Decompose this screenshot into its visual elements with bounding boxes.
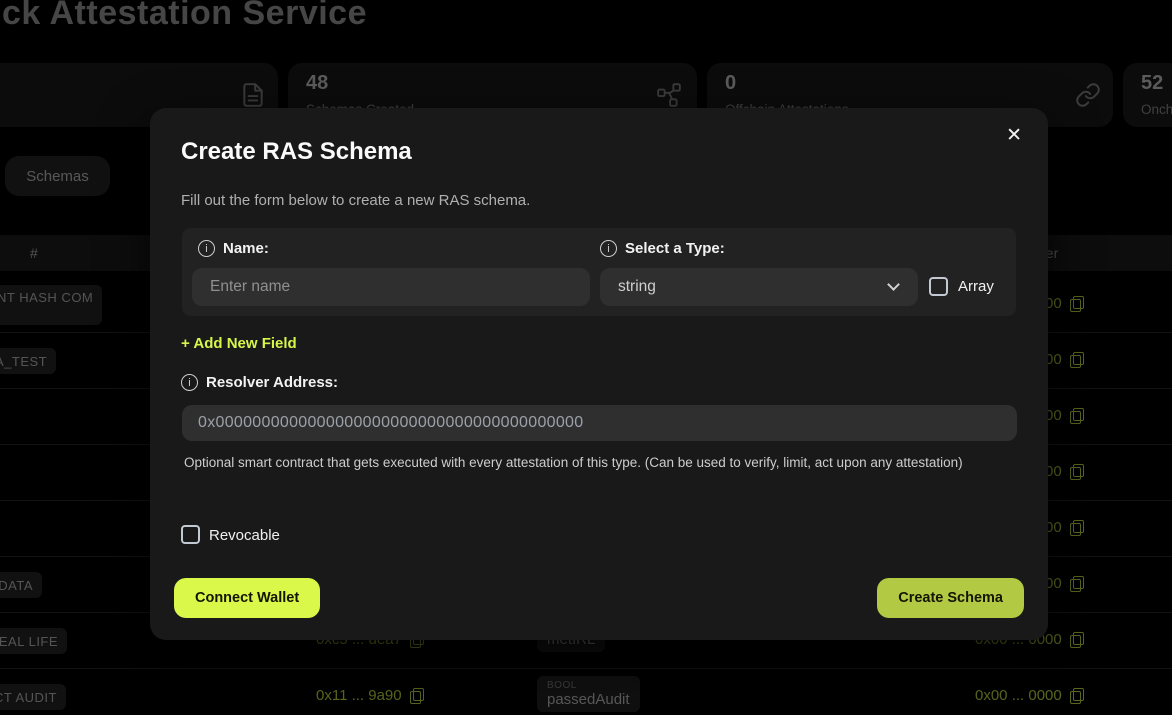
name-field-label: Name: [198,240,269,257]
type-select[interactable]: string [600,268,918,306]
info-icon [181,374,198,391]
revocable-checkbox[interactable] [181,525,200,544]
modal-title: Create RAS Schema [181,138,412,166]
resolver-help-text: Optional smart contract that gets execut… [184,453,984,473]
array-checkbox-label: Array [958,278,994,295]
create-schema-button[interactable]: Create Schema [877,578,1024,618]
modal-subtitle: Fill out the form below to create a new … [181,192,530,209]
revocable-checkbox-label: Revocable [209,527,280,544]
array-checkbox[interactable] [929,277,948,296]
chevron-down-icon [887,278,900,291]
type-field-label: Select a Type: [600,240,725,257]
name-input[interactable] [192,268,590,306]
connect-wallet-button[interactable]: Connect Wallet [174,578,320,618]
create-schema-modal: ✕ Create RAS Schema Fill out the form be… [150,108,1048,640]
field-definition-panel: Name: Select a Type: string Array [182,228,1016,316]
close-icon[interactable]: ✕ [1006,126,1022,145]
add-new-field-button[interactable]: + Add New Field [181,335,297,352]
resolver-address-input[interactable] [182,405,1017,441]
info-icon [600,240,617,257]
info-icon [198,240,215,257]
resolver-address-label: Resolver Address: [181,374,338,391]
